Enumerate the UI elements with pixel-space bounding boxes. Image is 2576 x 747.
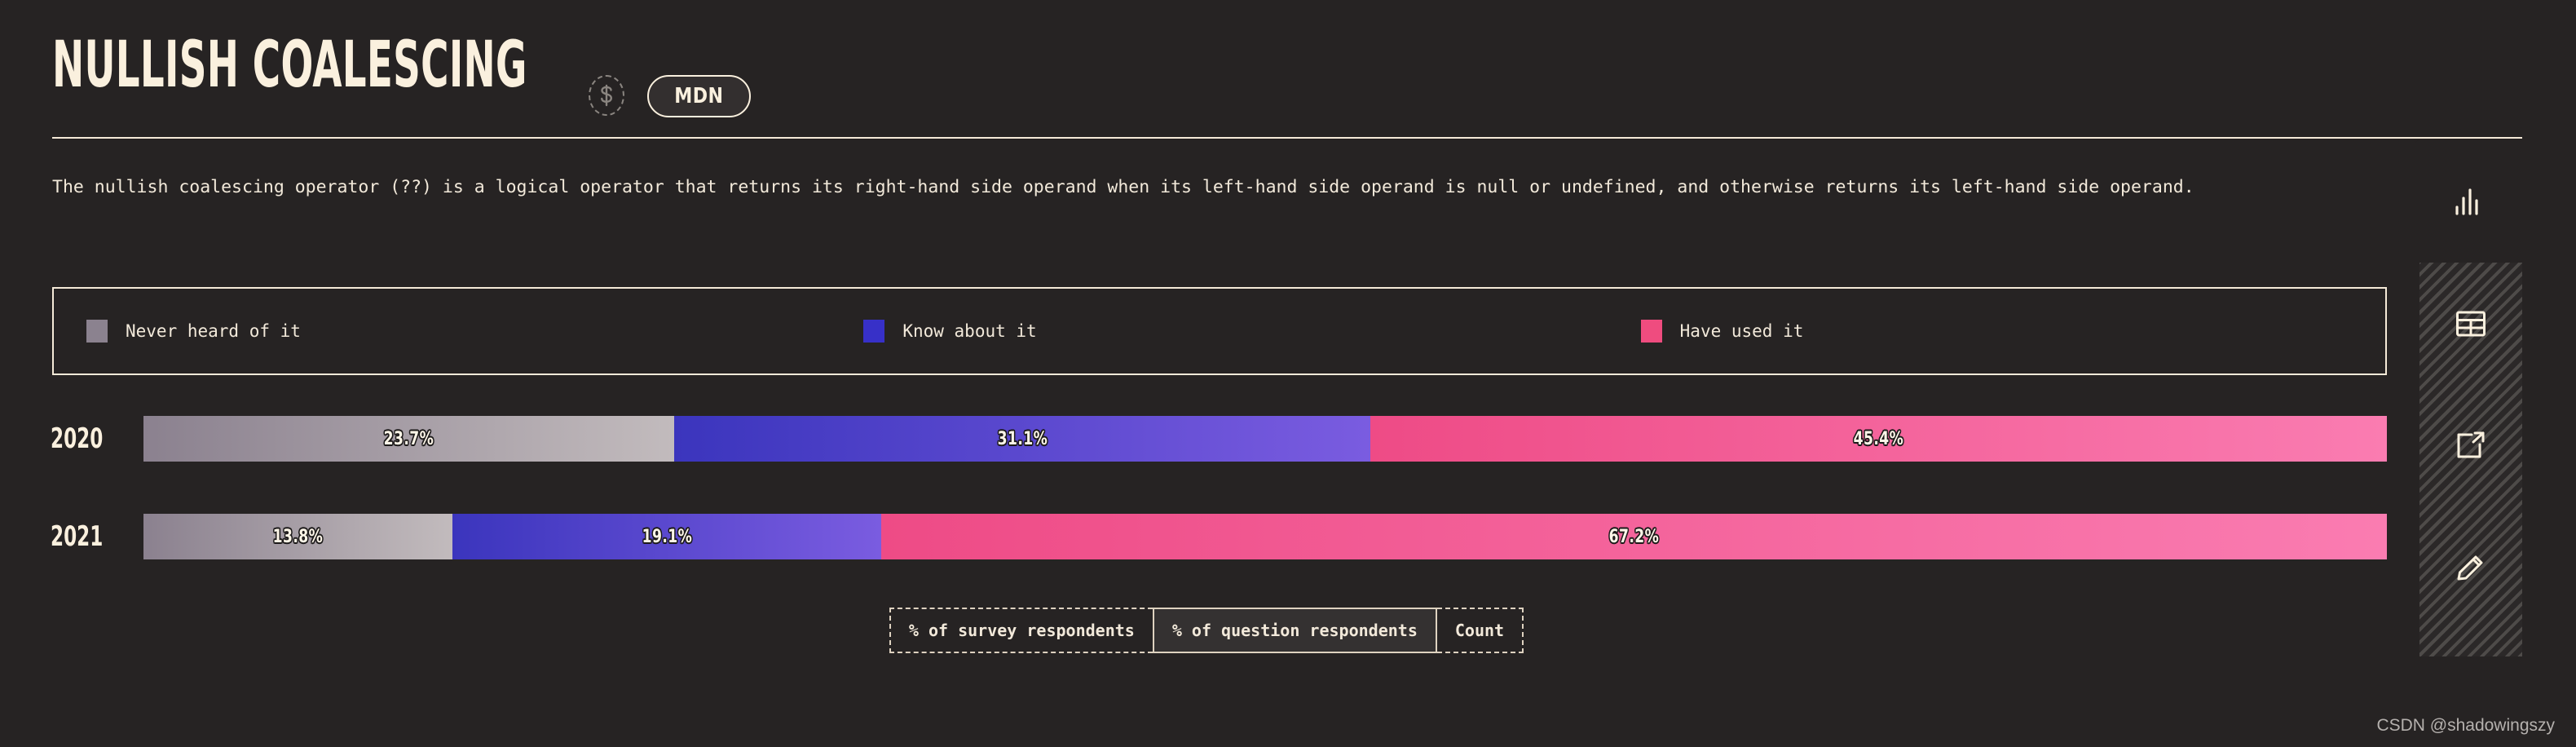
bar-track-2021: 13.8% 19.1% 67.2% [143,514,2387,559]
bar-segment-value: 45.4% [1853,428,1904,449]
sidebar-item-edit-view[interactable] [2419,507,2522,630]
legend-item-have-used-it[interactable]: Have used it [1608,320,2385,343]
bar-segment-value: 67.2% [1608,526,1659,547]
legend-swatch-have-used-it [1640,320,1662,343]
sidebar-item-share-view[interactable] [2419,385,2522,507]
bar-segment-know-about-it[interactable]: 19.1% [452,514,881,559]
bar-segment-value: 13.8% [272,526,324,547]
bar-segment-have-used-it[interactable]: 67.2% [880,514,2387,559]
unit-option-question-respondents[interactable]: % of question respondents [1152,608,1437,653]
header-divider [52,137,2522,139]
unit-option-count[interactable]: Count [1436,608,1524,653]
legend-label-have-used-it: Have used it [1679,321,1804,341]
bar-segment-value: 31.1% [997,428,1048,449]
mdn-link-badge[interactable]: MDN [647,75,751,117]
unit-option-survey-respondents[interactable]: % of survey respondents [889,608,1153,653]
bar-track-2020: 23.7% 31.1% 45.4% [143,416,2387,462]
view-switcher-sidebar [2415,140,2522,656]
sidebar-item-chart-view[interactable] [2415,140,2522,263]
bar-segment-value: 23.7% [383,428,434,449]
stacked-bar-chart: 2020 23.7% 31.1% 45.4% 2021 13.8% 19.1% [0,400,2413,579]
page-title: NULLISH COALESCING [52,29,527,102]
chart-row-2021: 2021 13.8% 19.1% 67.2% [0,514,2387,559]
feature-description: The nullish coalescing operator (??) is … [52,177,2194,197]
bar-segment-never-heard-of-it[interactable]: 13.8% [143,514,453,559]
legend-swatch-know-about-it [863,320,885,343]
chart-row-2020: 2020 23.7% 31.1% 45.4% [0,416,2387,462]
chart-legend: Never heard of it Know about it Have use… [52,287,2387,375]
table-icon [2455,310,2486,338]
bar-segment-never-heard-of-it[interactable]: 23.7% [143,416,674,462]
dollar-circle-icon [589,75,624,116]
legend-label-never-heard-of-it: Never heard of it [126,321,301,341]
row-year-label-2020: 2020 [51,422,104,455]
bar-segment-value: 19.1% [642,526,692,547]
bar-segment-have-used-it[interactable]: 45.4% [1370,416,2387,462]
mdn-badge-label: MDN [674,84,724,108]
unit-toggle-group: % of survey respondents % of question re… [0,608,2413,653]
watermark: CSDN @shadowingszy [2376,716,2555,735]
bar-segment-know-about-it[interactable]: 31.1% [673,416,1371,462]
legend-item-know-about-it[interactable]: Know about it [831,320,1608,343]
row-year-label-2021: 2021 [51,520,104,553]
legend-swatch-never-heard-of-it [86,320,108,343]
legend-label-know-about-it: Know about it [902,321,1037,341]
legend-item-never-heard-of-it[interactable]: Never heard of it [54,320,831,343]
page-header: NULLISH COALESCING MDN [52,24,2522,139]
external-link-icon [2455,431,2486,461]
sidebar-item-table-view[interactable] [2419,263,2522,385]
pencil-icon [2455,555,2486,582]
bar-chart-icon [2452,188,2485,215]
